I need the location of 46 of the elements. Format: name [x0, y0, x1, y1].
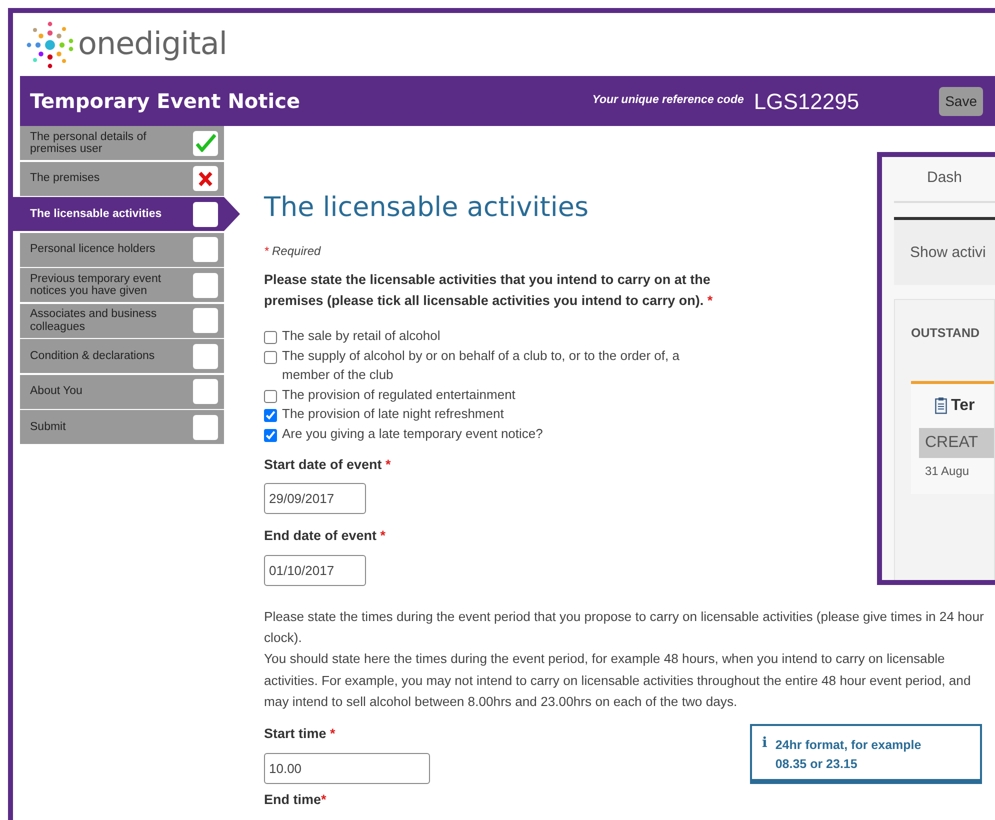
sidebar-item[interactable]: Condition & declarations [20, 339, 224, 373]
clipboard-icon [935, 397, 947, 414]
cross-icon [198, 170, 213, 186]
status-tag: CREAT [919, 428, 994, 458]
checkbox[interactable] [264, 331, 277, 344]
date-field[interactable]: 29/09/2017 [264, 483, 366, 514]
required-note: * Required [264, 243, 321, 260]
field-label: End date of event * [264, 527, 386, 546]
time-field[interactable]: 10.00 [264, 752, 430, 784]
save-button[interactable]: Save [939, 86, 983, 116]
field-label: End time* [264, 790, 326, 809]
times-help-text: You should state here the times during the event period, for example 48 hours, when you intend to carry on licensable activities. For example, you may not intend to carry on licensable activities throughout the entire 48 hour event period, and may intend to sell alcohol between 8.00hrs and 23.00hrs on each of the two days. [264, 650, 972, 712]
sidebar-item[interactable]: Previous temporary event notices you have given [20, 268, 224, 302]
tab-label: Dash [926, 169, 962, 186]
activities-question: Please state the licensable activities that you intend to carry on at the premises (please tick all licensable activities you intend to carry on). * [264, 271, 714, 310]
sidebar-item[interactable]: The personal details of premises user [20, 126, 224, 160]
checkbox-label: The supply of alcohol by or on behalf of a club to, or to the order of, a member of the club [282, 346, 680, 384]
checkbox-label: The sale by retail of alcohol [282, 327, 440, 346]
info-icon: i [762, 736, 768, 773]
item-title: Ter [951, 396, 975, 416]
field-label: Start date of event * [264, 456, 391, 474]
checkbox[interactable] [264, 428, 277, 442]
activity-filter: Show activi [910, 244, 986, 261]
checkbox-label: Are you giving a late temporary event notice? [282, 424, 543, 443]
info-text: 24hr format, for example 08.35 or 23.15 [775, 737, 922, 772]
sidebar-item[interactable]: The licensable activities [12, 197, 224, 231]
checkbox-label: The provision of late night refreshment [282, 405, 504, 424]
item-date: 31 Augu [924, 462, 970, 480]
page-title: The licensable activities [264, 192, 590, 224]
sidebar-item[interactable]: The premises [20, 162, 224, 196]
times-help-text: Please state the times during the event period that you propose to carry on licensable activities (please give times in 24 hour clock). [264, 608, 985, 648]
outstanding-heading: OUTSTAND [911, 325, 981, 342]
reference-label: Your unique reference code [592, 93, 744, 108]
checkbox[interactable] [264, 350, 277, 364]
checkbox[interactable] [264, 390, 277, 403]
page-header-title: Temporary Event Notice [30, 88, 300, 115]
date-field[interactable]: 01/10/2017 [264, 554, 366, 586]
sidebar-item[interactable]: About You [20, 374, 224, 408]
field-label: Start time * [264, 725, 336, 744]
sidebar-item[interactable]: Submit [20, 410, 224, 444]
sidebar-item[interactable]: Personal licence holders [20, 232, 224, 266]
logo-text: onedigital [78, 25, 228, 64]
checkbox-label: The provision of regulated entertainment [282, 386, 516, 404]
checkbox[interactable] [264, 409, 277, 422]
reference-code: LGS12295 [754, 88, 860, 116]
sidebar-item[interactable]: Associates and business colleagues [20, 304, 224, 338]
